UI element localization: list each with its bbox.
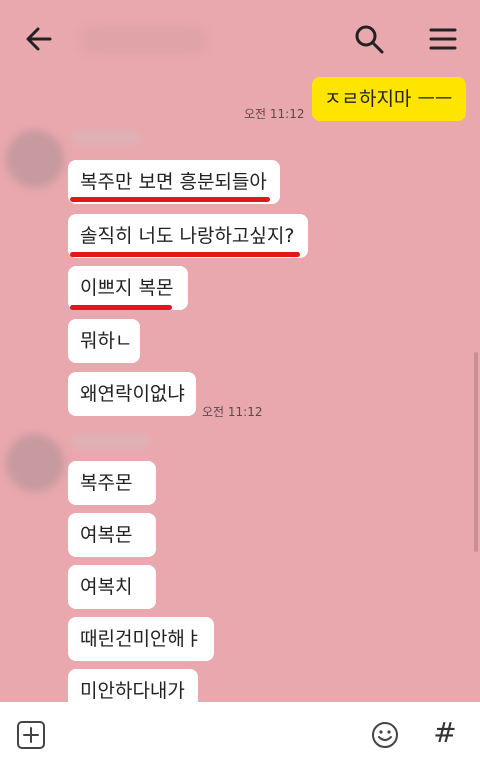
scrollbar[interactable] [474, 352, 478, 552]
received-message-bubble[interactable]: 왜연락이없냐 [68, 372, 196, 416]
hamburger-menu-icon[interactable] [424, 22, 462, 56]
avatar[interactable] [6, 434, 64, 492]
message-input-bar: # [0, 702, 480, 765]
received-message-bubble[interactable]: 때린건미안해ㅑ [68, 617, 214, 661]
received-message-bubble[interactable]: 복주몬 [68, 461, 156, 505]
search-icon[interactable] [352, 22, 386, 56]
my-message-bubble[interactable]: ㅈㄹ하지마 ㅡㅡ [312, 77, 466, 121]
sender-name-blurred [70, 130, 140, 146]
sender-name-blurred [70, 434, 150, 450]
red-underline-mark [70, 305, 172, 310]
received-message-bubble[interactable]: 이쁘지 복몬 [68, 266, 188, 310]
received-message-bubble[interactable]: 여복치 [68, 565, 156, 609]
plus-icon[interactable] [16, 720, 46, 750]
chat-header [0, 0, 480, 76]
received-message-bubble[interactable]: 여복몬 [68, 513, 156, 557]
avatar[interactable] [6, 130, 64, 188]
arrow-left-icon[interactable] [22, 22, 56, 56]
red-underline-mark [70, 252, 300, 257]
red-underline-mark [70, 197, 270, 202]
chat-title-blurred [78, 26, 208, 54]
hash-button[interactable]: # [430, 716, 460, 750]
message-time: 오전 11:12 [244, 107, 305, 121]
message-time: 오전 11:12 [202, 405, 263, 419]
received-message-bubble[interactable]: 뭐하ㄴ [68, 319, 140, 363]
emoji-icon[interactable] [370, 720, 400, 750]
